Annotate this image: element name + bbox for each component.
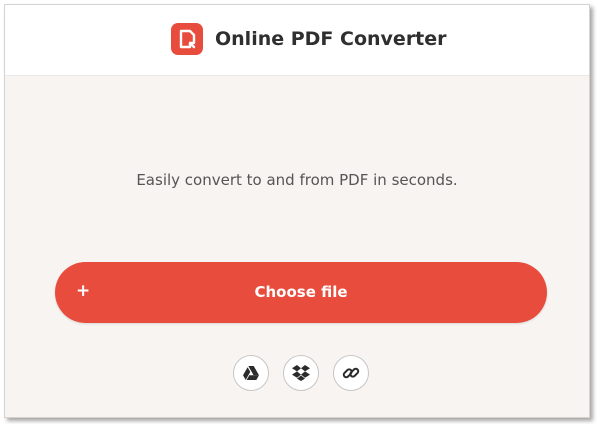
brand[interactable]: Online PDF Converter xyxy=(171,22,447,56)
tagline: Easily convert to and from PDF in second… xyxy=(136,171,458,189)
choose-file-button[interactable]: + Choose file xyxy=(55,262,547,323)
app-title: Online PDF Converter xyxy=(215,28,447,50)
dropbox-button[interactable] xyxy=(283,355,319,391)
file-source-buttons xyxy=(233,355,373,391)
app-window: Online PDF Converter Easily convert to a… xyxy=(4,4,590,418)
pdf-logo-icon-svg xyxy=(171,23,203,55)
link-icon xyxy=(342,367,360,379)
google-drive-button[interactable] xyxy=(233,355,269,391)
google-drive-icon xyxy=(243,366,259,380)
pdf-logo-icon xyxy=(171,23,203,55)
header: Online PDF Converter xyxy=(5,5,589,76)
choose-file-label: Choose file xyxy=(254,283,348,301)
dropbox-icon xyxy=(292,365,310,381)
url-link-button[interactable] xyxy=(333,355,369,391)
